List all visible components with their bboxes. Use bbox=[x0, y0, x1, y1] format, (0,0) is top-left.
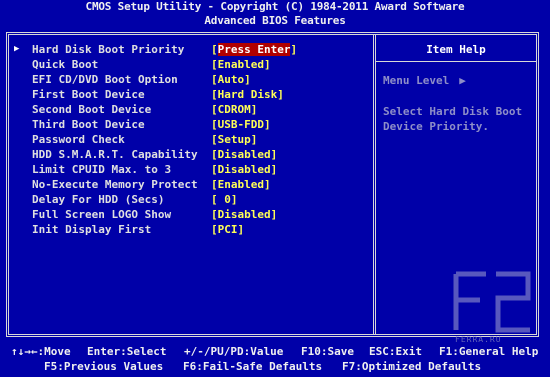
item-help-title: Item Help bbox=[426, 43, 486, 56]
menu-level-indicator: Menu Level ▶ bbox=[383, 73, 466, 88]
setting-value[interactable]: [Setup] bbox=[211, 132, 257, 147]
setting-value[interactable]: [Disabled] bbox=[211, 162, 277, 177]
setting-label: Third Boot Device bbox=[32, 118, 145, 131]
setting-value[interactable]: [Disabled] bbox=[211, 147, 277, 162]
setting-value-text: Enabled bbox=[217, 58, 264, 71]
setting-label: Hard Disk Boot Priority bbox=[32, 43, 185, 56]
setting-label: Full Screen LOGO Show bbox=[32, 208, 172, 221]
title-bar: CMOS Setup Utility - Copyright (C) 1984-… bbox=[0, 0, 550, 29]
setting-value-text: Hard Disk bbox=[217, 88, 278, 101]
key-hint-exit: ESC:Exit bbox=[369, 345, 422, 358]
setting-label: Password Check bbox=[32, 133, 125, 146]
key-hint-value: +/-/PU/PD:Value bbox=[184, 345, 284, 358]
setting-value[interactable]: [Hard Disk] bbox=[211, 87, 284, 102]
setting-value-text: Auto bbox=[217, 73, 245, 86]
setting-label: EFI CD/DVD Boot Option bbox=[32, 73, 178, 86]
setting-value-text: Setup bbox=[217, 133, 251, 146]
setting-value-text[interactable]: Press Enter bbox=[217, 43, 291, 56]
help-divider bbox=[376, 61, 536, 62]
setting-value[interactable]: [PCI] bbox=[211, 222, 244, 237]
setting-value[interactable]: [USB-FDD] bbox=[211, 117, 271, 132]
menu-level-arrow-icon: ▶ bbox=[459, 74, 466, 87]
help-text-line: Select Hard Disk Boot bbox=[383, 105, 523, 118]
selection-pointer-icon: ▶ bbox=[14, 44, 20, 54]
key-hint-optimized-defaults: F7:Optimized Defaults bbox=[342, 360, 482, 373]
setting-value-text: Disabled bbox=[217, 208, 271, 221]
setting-value[interactable]: [CDROM] bbox=[211, 102, 257, 117]
panel-divider bbox=[373, 35, 376, 334]
utility-title: CMOS Setup Utility - Copyright (C) 1984-… bbox=[85, 0, 465, 13]
setting-value[interactable]: [Auto] bbox=[211, 72, 251, 87]
setting-value[interactable]: [ 0] bbox=[211, 192, 238, 207]
setting-label: First Boot Device bbox=[32, 88, 145, 101]
key-hint-previous-values: F5:Previous Values bbox=[44, 360, 164, 373]
key-hint-select: Enter:Select bbox=[87, 345, 167, 358]
setting-label: Second Boot Device bbox=[32, 103, 152, 116]
key-hint-general-help: F1:General Help bbox=[439, 345, 539, 358]
key-hint-save: F10:Save bbox=[301, 345, 354, 358]
menu-level-label: Menu Level bbox=[383, 74, 450, 87]
setting-label: Quick Boot bbox=[32, 58, 99, 71]
setting-label: Delay For HDD (Secs) bbox=[32, 193, 165, 206]
setting-label: HDD S.M.A.R.T. Capability bbox=[32, 148, 198, 161]
setting-label: Limit CPUID Max. to 3 bbox=[32, 163, 172, 176]
help-text-line: Device Priority. bbox=[383, 120, 489, 133]
footer-row-1: ↑↓→←:Move Enter:Select +/-/PU/PD:Value F… bbox=[0, 344, 550, 359]
page-title: Advanced BIOS Features bbox=[204, 14, 346, 27]
setting-value[interactable]: [Enabled] bbox=[211, 177, 271, 192]
watermark-site-text: FERRA.RU bbox=[455, 335, 502, 344]
key-hint-fail-safe-defaults: F6:Fail-Safe Defaults bbox=[183, 360, 323, 373]
watermark-logo-icon bbox=[453, 271, 531, 333]
setting-value-text: USB-FDD bbox=[217, 118, 264, 131]
help-description: Select Hard Disk Boot Device Priority. bbox=[383, 104, 533, 134]
setting-value[interactable]: [Enabled] bbox=[211, 57, 271, 72]
setting-label: Init Display First bbox=[32, 223, 152, 236]
setting-value-text: Disabled bbox=[217, 163, 271, 176]
setting-value-text: 0 bbox=[217, 193, 231, 206]
setting-value-text: Disabled bbox=[217, 148, 271, 161]
setting-value-text: PCI bbox=[217, 223, 238, 236]
key-help-footer: ↑↓→←:Move Enter:Select +/-/PU/PD:Value F… bbox=[0, 344, 550, 374]
key-hint-move: ↑↓→←:Move bbox=[11, 345, 71, 358]
setting-label: No-Execute Memory Protect bbox=[32, 178, 198, 191]
setting-value[interactable]: [Press Enter] bbox=[211, 42, 297, 57]
setting-value-text: Enabled bbox=[217, 178, 264, 191]
setting-value[interactable]: [Disabled] bbox=[211, 207, 277, 222]
setting-value-text: CDROM bbox=[217, 103, 251, 116]
footer-row-2: F5:Previous Values F6:Fail-Safe Defaults… bbox=[0, 359, 550, 374]
